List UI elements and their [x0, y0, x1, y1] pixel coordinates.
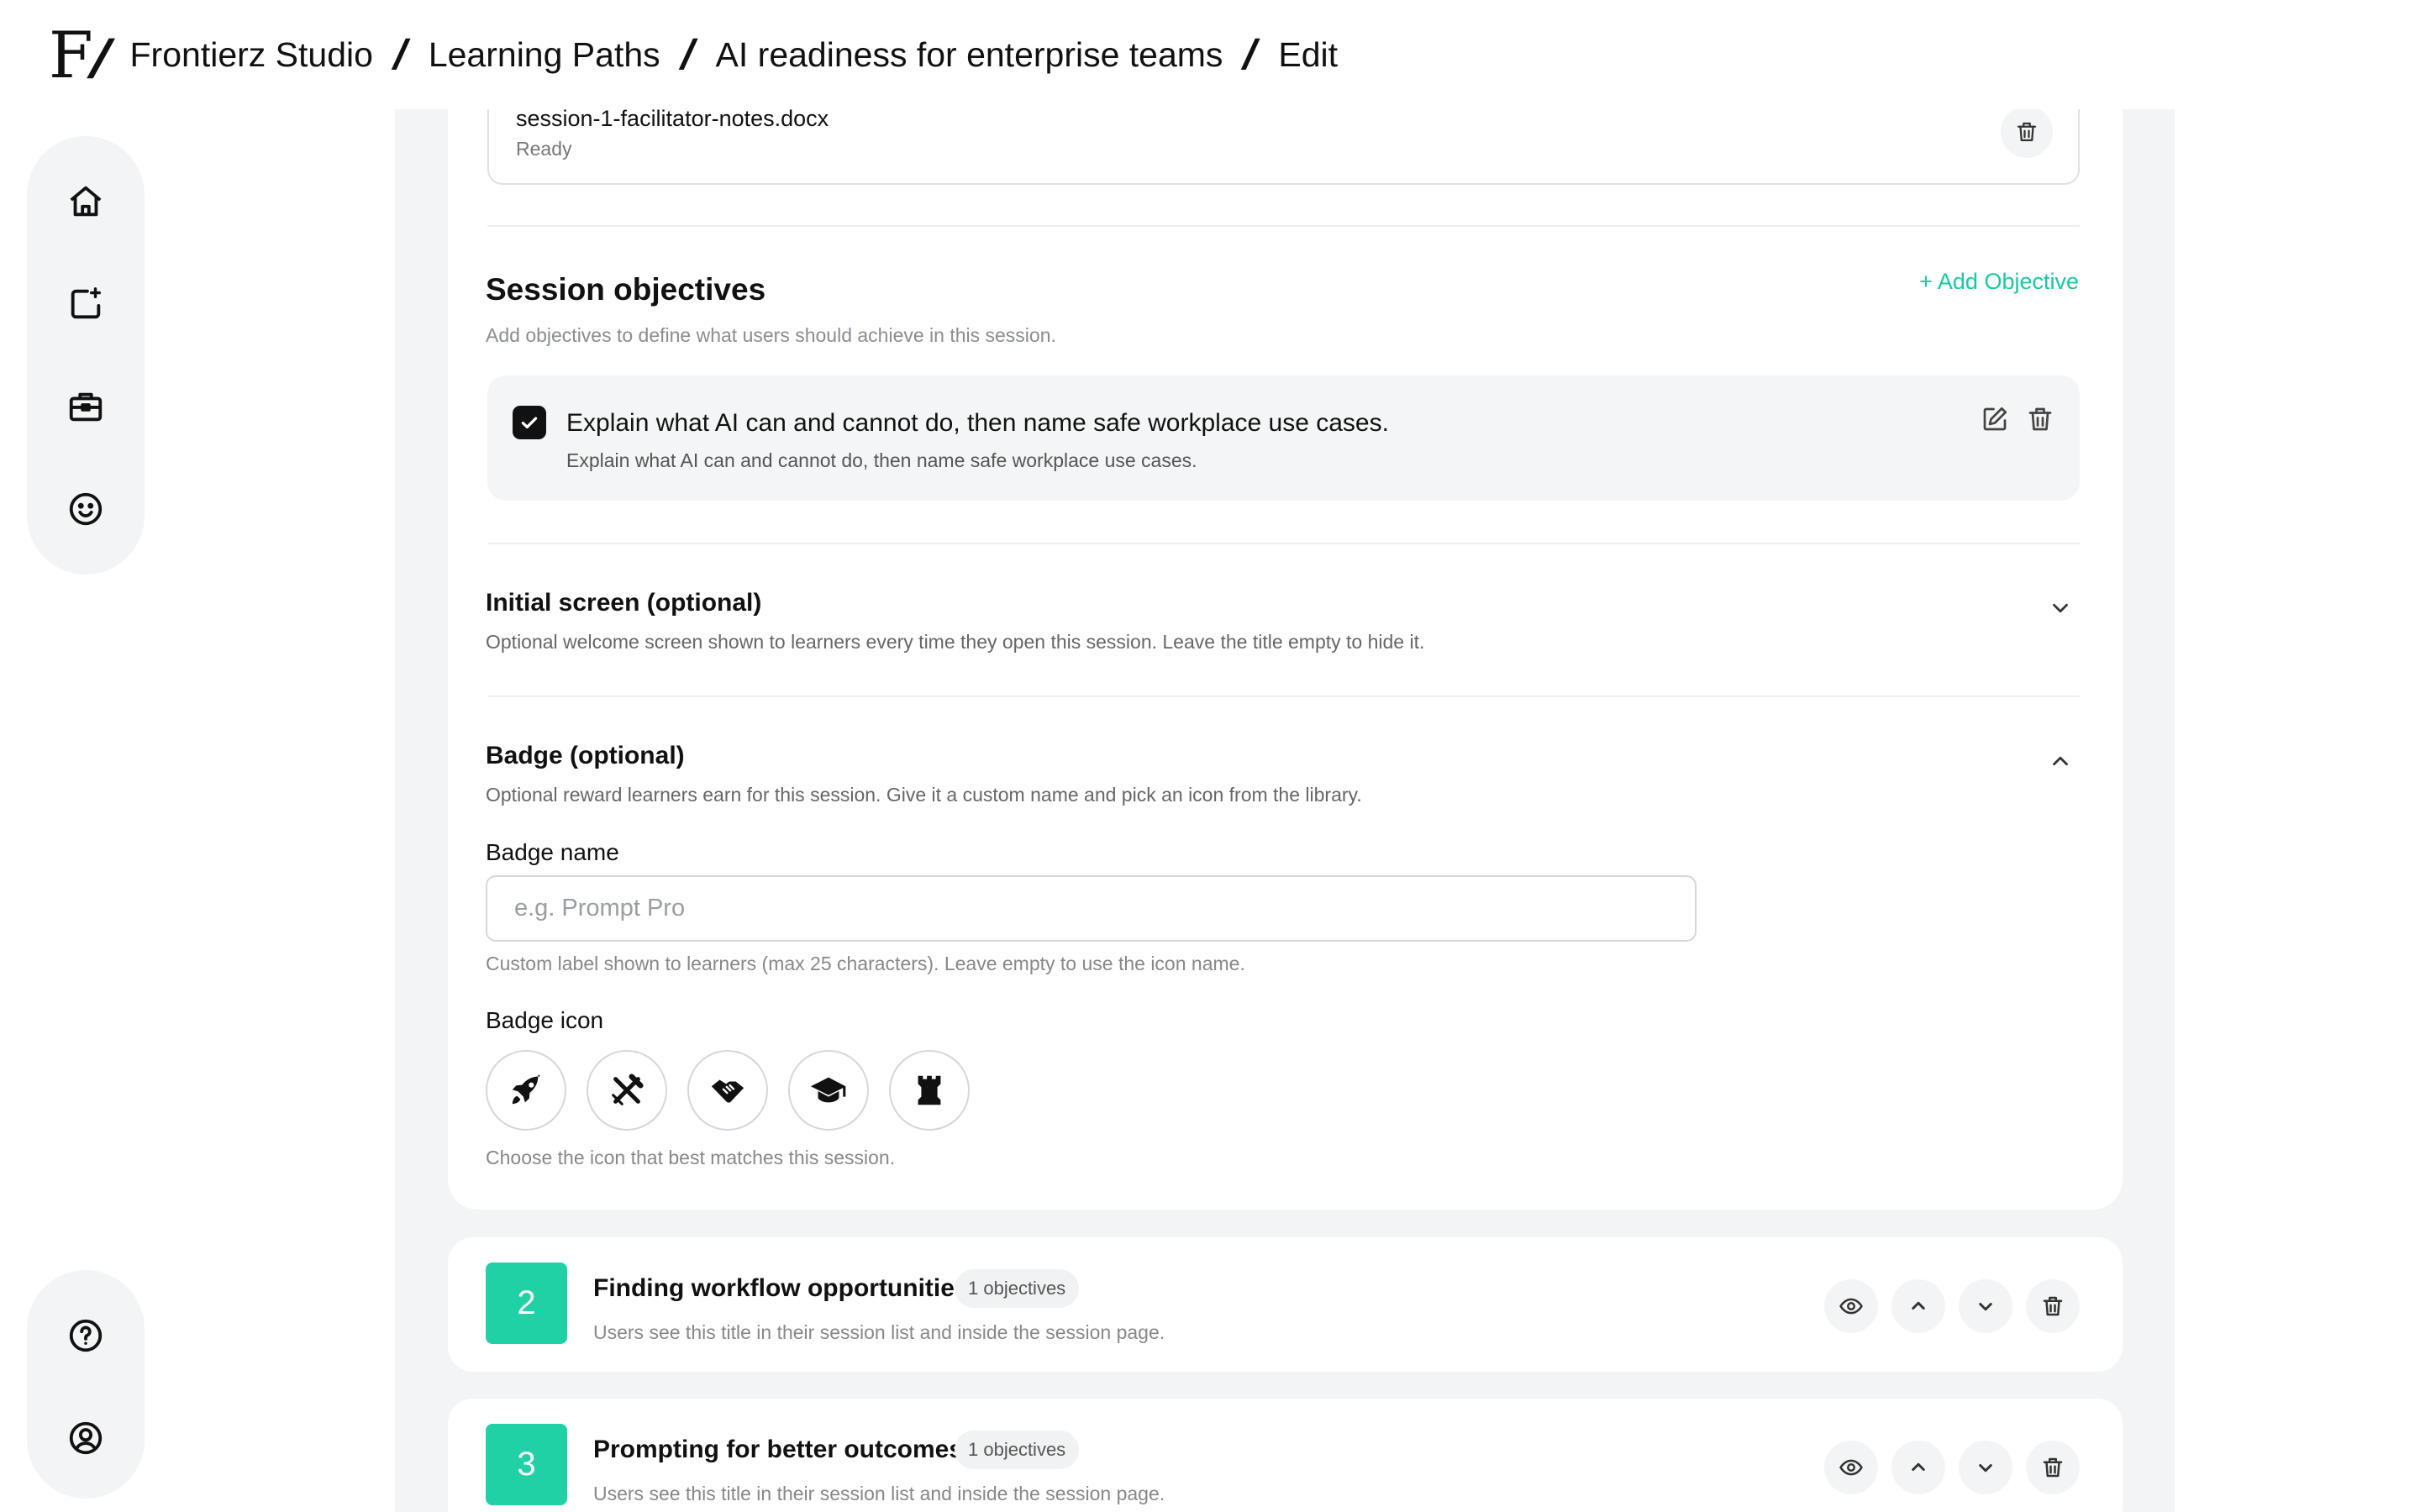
trash-icon — [2043, 1296, 2063, 1316]
smiley-icon — [69, 492, 103, 526]
divider — [487, 696, 2080, 697]
breadcrumb-separator: / — [388, 31, 413, 78]
chevron-down-icon — [1979, 1464, 1992, 1473]
delete-session-button[interactable] — [2026, 1441, 2080, 1494]
delete-session-button[interactable] — [2026, 1279, 2080, 1333]
objective-checkbox[interactable] — [513, 406, 546, 439]
edit-objective-button[interactable] — [1976, 401, 2013, 438]
move-down-button[interactable] — [1959, 1279, 2012, 1333]
breadcrumb-separator: / — [676, 31, 701, 78]
eye-icon — [1839, 1298, 1863, 1315]
objectives-title: Session objectives — [486, 272, 766, 307]
session-number: 2 — [486, 1263, 567, 1344]
sidebar-item-profile[interactable] — [64, 1416, 108, 1460]
sidebar-item-create[interactable] — [64, 282, 108, 326]
badge-icon-option-rocket[interactable] — [486, 1050, 566, 1131]
sidebar-item-help[interactable] — [64, 1314, 108, 1357]
objective-description: Explain what AI can and cannot do, then … — [566, 449, 1197, 471]
badge-icon-option-graduation[interactable] — [788, 1050, 869, 1131]
chess-rook-icon — [918, 1075, 941, 1105]
handshake-icon — [711, 1079, 744, 1103]
breadcrumb-current: Edit — [1278, 34, 1338, 74]
chevron-up-icon — [1912, 1301, 1925, 1310]
expand-initial-screen-button[interactable] — [2042, 590, 2079, 627]
sidebar-footer-nav — [27, 1270, 145, 1499]
preview-session-button[interactable] — [1824, 1279, 1878, 1333]
session-subtitle: Users see this title in their session li… — [593, 1321, 1165, 1343]
file-name: session-1-facilitator-notes.docx — [516, 106, 829, 131]
logo-letter: F — [49, 17, 93, 92]
trash-icon — [2043, 1457, 2063, 1478]
file-status: Ready — [516, 138, 572, 160]
sidebar-item-library[interactable] — [64, 385, 108, 428]
session-subtitle: Users see this title in their session li… — [593, 1483, 1165, 1504]
badge-icon-option-tools[interactable] — [587, 1050, 667, 1131]
badge-section-description: Optional reward learners earn for this s… — [486, 784, 1362, 806]
edit-icon — [1983, 407, 2007, 431]
divider — [487, 543, 2080, 544]
collapse-badge-button[interactable] — [2042, 743, 2079, 780]
badge-name-input[interactable] — [486, 875, 1697, 942]
breadcrumb-learning-paths[interactable]: Learning Paths — [429, 35, 660, 75]
chevron-up-icon — [1912, 1462, 1925, 1471]
badge-section-title: Badge (optional) — [486, 742, 685, 769]
session-number: 3 — [486, 1424, 567, 1505]
new-content-icon — [71, 287, 102, 319]
move-up-button[interactable] — [1891, 1441, 1945, 1494]
move-up-button[interactable] — [1891, 1279, 1945, 1333]
badge-icon-help: Choose the icon that best matches this s… — [486, 1147, 896, 1168]
objectives-count-badge: 1 objectives — [955, 1431, 1080, 1469]
chevron-up-icon — [2053, 756, 2068, 766]
delete-file-button[interactable] — [2001, 106, 2053, 158]
home-icon — [70, 186, 102, 217]
badge-name-help: Custom label shown to learners (max 25 c… — [486, 953, 1245, 974]
session-title: Prompting for better outcomes — [593, 1436, 964, 1463]
chevron-down-icon — [2053, 603, 2068, 613]
objectives-count-badge: 1 objectives — [955, 1269, 1080, 1308]
session-card-2[interactable]: 2 Finding workflow opportunities 1 objec… — [448, 1237, 2123, 1372]
breadcrumb-workspace[interactable]: Frontierz Studio — [130, 35, 373, 75]
top-bar: F / Frontierz Studio / Learning Paths / A… — [0, 0, 2420, 109]
sidebar-item-learners[interactable] — [64, 487, 108, 531]
delete-objective-button[interactable] — [2022, 401, 2059, 438]
preview-session-button[interactable] — [1824, 1441, 1878, 1494]
session-title: Finding workflow opportunities — [593, 1274, 969, 1302]
graduation-cap-icon — [810, 1077, 846, 1103]
briefcase-icon — [69, 392, 103, 422]
objective-title: Explain what AI can and cannot do, then … — [566, 409, 1389, 437]
initial-screen-description: Optional welcome screen shown to learner… — [486, 631, 1425, 653]
rocket-icon — [512, 1074, 540, 1105]
trash-icon — [2028, 407, 2052, 431]
profile-icon — [69, 1421, 103, 1455]
help-icon — [69, 1319, 103, 1352]
objective-item: Explain what AI can and cannot do, then … — [487, 375, 2080, 501]
breadcrumb-separator: / — [1238, 31, 1263, 78]
breadcrumb-path[interactable]: AI readiness for enterprise teams — [716, 35, 1223, 75]
sidebar-main-nav — [27, 136, 145, 575]
badge-icon-label: Badge icon — [486, 1007, 604, 1033]
move-down-button[interactable] — [1959, 1441, 2012, 1494]
session-card-3[interactable]: 3 Prompting for better outcomes 1 object… — [448, 1399, 2123, 1512]
badge-icon-option-rook[interactable] — [889, 1050, 970, 1131]
add-objective-button[interactable]: + Add Objective — [1919, 269, 2079, 295]
check-icon — [521, 417, 538, 429]
trash-icon — [2017, 122, 2037, 142]
chevron-down-icon — [1979, 1303, 1992, 1311]
objectives-subtitle: Add objectives to define what users shou… — [486, 324, 1056, 346]
initial-screen-title: Initial screen (optional) — [486, 589, 762, 617]
badge-icon-option-handshake[interactable] — [687, 1050, 768, 1131]
tools-icon — [612, 1074, 644, 1105]
sidebar-item-home[interactable] — [64, 180, 108, 223]
badge-name-label: Badge name — [486, 839, 619, 865]
app-logo[interactable]: F / — [49, 17, 116, 92]
divider — [487, 225, 2080, 227]
eye-icon — [1839, 1459, 1863, 1476]
